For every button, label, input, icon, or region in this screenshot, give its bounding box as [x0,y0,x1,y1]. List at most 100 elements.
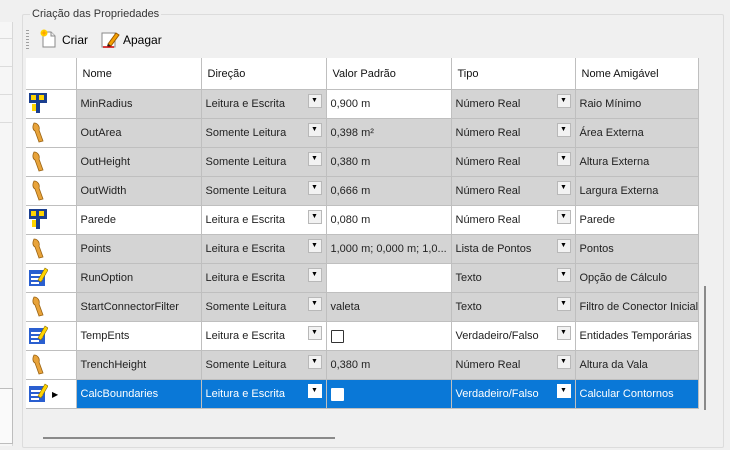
row-header[interactable] [26,350,77,380]
dropdown-arrow-icon[interactable]: ▼ [556,181,571,195]
cell-nome[interactable]: RunOption [76,263,202,293]
row-header[interactable] [26,292,77,322]
row-header[interactable] [26,263,77,293]
horizontal-scrollbar[interactable] [43,437,335,439]
toolbar-grip[interactable] [26,30,29,50]
column-header-valor-padrao[interactable]: Valor Padrão [326,58,452,90]
cell-nome[interactable]: OutWidth [76,176,202,206]
row-header[interactable] [26,176,77,206]
row-header[interactable] [26,234,77,264]
column-header-nome[interactable]: Nome [76,58,202,90]
cell-valor-padrao[interactable]: 0,900 m [326,89,452,119]
cell-valor-padrao[interactable]: 0,666 m [326,176,452,206]
vertical-scrollbar[interactable] [704,286,706,410]
dropdown-arrow-icon[interactable]: ▼ [556,297,571,311]
column-header-tipo[interactable]: Tipo [451,58,576,90]
cell-nome[interactable]: TrenchHeight [76,350,202,380]
cell-tipo[interactable]: Número Real ▼ [451,89,576,119]
cell-nome[interactable]: MinRadius [76,89,202,119]
cell-valor-padrao[interactable] [326,379,452,409]
create-button[interactable]: Criar [35,28,92,52]
cell-tipo[interactable]: Verdadeiro/Falso ▼ [451,379,576,409]
dropdown-arrow-icon[interactable]: ▼ [307,123,322,137]
cell-direcao[interactable]: Somente Leitura ▼ [201,118,327,148]
table-row[interactable]: RunOption Leitura e Escrita ▼ Texto ▼ Opção d… [26,263,699,293]
cell-nome[interactable]: Parede [76,205,202,235]
cell-nome-amigavel[interactable]: Parede [575,205,699,235]
table-row[interactable]: OutWidth Somente Leitura ▼ 0,666 m Número Re… [26,176,699,206]
cell-direcao[interactable]: Leitura e Escrita ▼ [201,321,327,351]
cell-nome-amigavel[interactable]: Altura da Vala [575,350,699,380]
cell-valor-padrao[interactable]: 1,000 m; 0,000 m; 1,0... [326,234,452,264]
table-row[interactable]: TempEnts Leitura e Escrita ▼ Verdadeiro/Fal… [26,321,699,351]
cell-tipo[interactable]: Número Real ▼ [451,176,576,206]
cell-direcao[interactable]: Leitura e Escrita ▼ [201,263,327,293]
cell-nome[interactable]: OutHeight [76,147,202,177]
cell-tipo[interactable]: Número Real ▼ [451,118,576,148]
dropdown-arrow-icon[interactable]: ▼ [307,94,322,108]
dropdown-arrow-icon[interactable]: ▼ [307,181,322,195]
dropdown-arrow-icon[interactable]: ▼ [556,355,571,369]
dropdown-arrow-icon[interactable]: ▼ [556,239,571,253]
cell-valor-padrao[interactable] [326,263,452,293]
cell-nome[interactable]: TempEnts [76,321,202,351]
dropdown-arrow-icon[interactable]: ▼ [307,297,322,311]
column-header-direcao[interactable]: Direção [201,58,327,90]
dropdown-arrow-icon[interactable]: ▼ [556,268,571,282]
cell-tipo[interactable]: Lista de Pontos ▼ [451,234,576,264]
row-header[interactable] [26,321,77,351]
cell-tipo[interactable]: Número Real ▼ [451,147,576,177]
table-row[interactable]: ▶ CalcBoundaries Leitura e Escrita ▼ Verdade… [26,379,699,409]
dropdown-arrow-icon[interactable]: ▼ [556,94,571,108]
cell-nome-amigavel[interactable]: Altura Externa [575,147,699,177]
cell-nome-amigavel[interactable]: Calcular Contornos [575,379,699,409]
cell-direcao[interactable]: Leitura e Escrita ▼ [201,205,327,235]
delete-button[interactable]: Apagar [96,28,166,52]
cell-nome-amigavel[interactable]: Filtro de Conector Inicial [575,292,699,322]
value-checkbox[interactable] [330,329,344,343]
cell-nome-amigavel[interactable]: Raio Mínimo [575,89,699,119]
cell-valor-padrao[interactable]: 0,398 m² [326,118,452,148]
column-header-nome-amigavel[interactable]: Nome Amigável [575,58,699,90]
row-header[interactable] [26,89,77,119]
row-header[interactable]: ▶ [26,379,77,409]
dropdown-arrow-icon[interactable]: ▼ [556,210,571,224]
dropdown-arrow-icon[interactable]: ▼ [307,355,322,369]
cell-direcao[interactable]: Leitura e Escrita ▼ [201,379,327,409]
cell-valor-padrao[interactable]: 0,380 m [326,147,452,177]
cell-valor-padrao[interactable]: 0,380 m [326,350,452,380]
row-header[interactable] [26,147,77,177]
table-row[interactable]: OutHeight Somente Leitura ▼ 0,380 m Número R… [26,147,699,177]
cell-nome-amigavel[interactable]: Opção de Cálculo [575,263,699,293]
table-row[interactable]: Parede Leitura e Escrita ▼ 0,080 m Número Re… [26,205,699,235]
cell-direcao[interactable]: Leitura e Escrita ▼ [201,89,327,119]
dropdown-arrow-icon[interactable]: ▼ [307,152,322,166]
row-header-corner[interactable] [26,58,77,90]
table-row[interactable]: OutArea Somente Leitura ▼ 0,398 m² Número Re… [26,118,699,148]
row-header[interactable] [26,205,77,235]
cell-valor-padrao[interactable]: valeta [326,292,452,322]
value-checkbox[interactable] [330,387,344,401]
cell-valor-padrao[interactable] [326,321,452,351]
cell-valor-padrao[interactable]: 0,080 m [326,205,452,235]
dropdown-arrow-icon[interactable]: ▼ [307,239,322,253]
table-row[interactable]: TrenchHeight Somente Leitura ▼ 0,380 m Númer… [26,350,699,380]
dropdown-arrow-icon[interactable]: ▼ [556,123,571,137]
dropdown-arrow-icon[interactable]: ▼ [307,326,322,340]
cell-nome[interactable]: CalcBoundaries [76,379,202,409]
table-row[interactable]: MinRadius Leitura e Escrita ▼ 0,900 m Número… [26,89,699,119]
cell-tipo[interactable]: Número Real ▼ [451,205,576,235]
cell-direcao[interactable]: Somente Leitura ▼ [201,292,327,322]
dropdown-arrow-icon[interactable]: ▼ [307,268,322,282]
cell-nome[interactable]: StartConnectorFilter [76,292,202,322]
cell-tipo[interactable]: Texto ▼ [451,292,576,322]
row-header[interactable] [26,118,77,148]
cell-nome-amigavel[interactable]: Área Externa [575,118,699,148]
cell-nome-amigavel[interactable]: Entidades Temporárias [575,321,699,351]
cell-tipo[interactable]: Número Real ▼ [451,350,576,380]
cell-nome-amigavel[interactable]: Pontos [575,234,699,264]
cell-direcao[interactable]: Somente Leitura ▼ [201,350,327,380]
cell-nome[interactable]: Points [76,234,202,264]
cell-direcao[interactable]: Somente Leitura ▼ [201,176,327,206]
dropdown-arrow-icon[interactable]: ▼ [556,326,571,340]
